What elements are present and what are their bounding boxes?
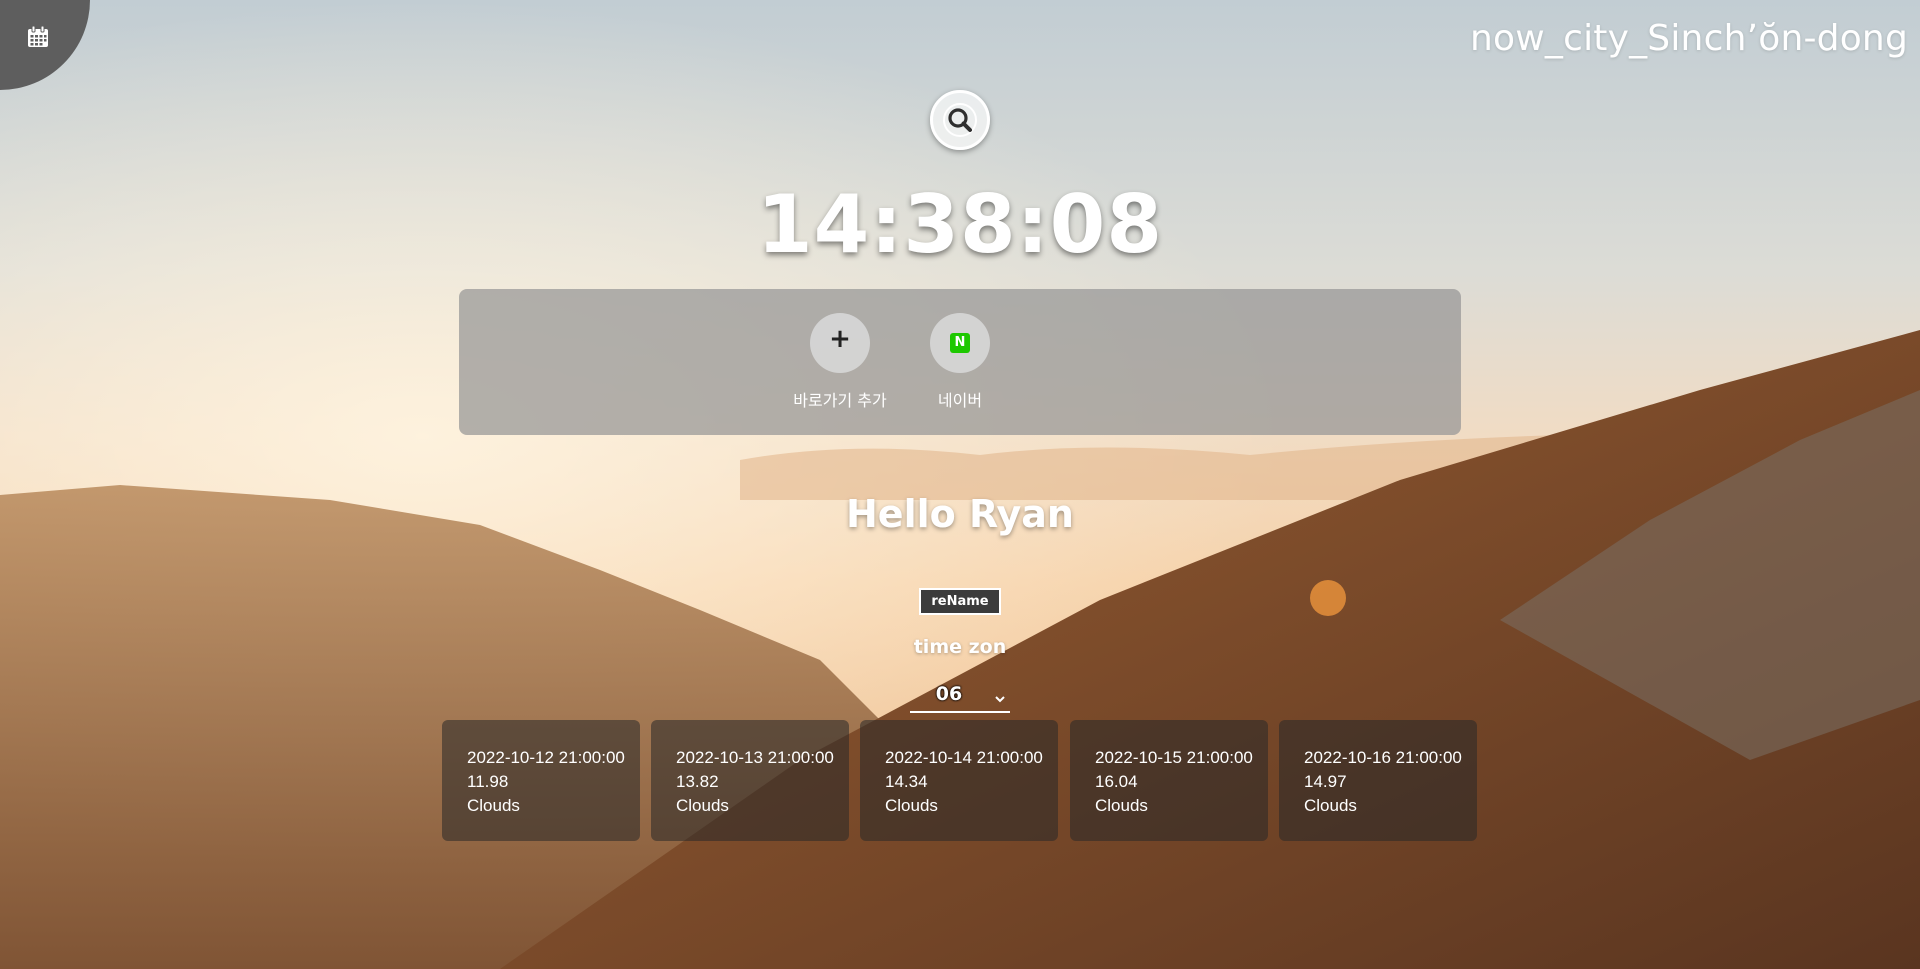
forecast-weather: Clouds — [885, 796, 938, 815]
forecast-temp: 11.98 — [467, 772, 509, 791]
forecast-weather: Clouds — [1304, 796, 1357, 815]
greeting: Hello Ryan — [846, 492, 1074, 536]
forecast-card: 2022-10-14 21:00:00 14.34 Clouds — [860, 720, 1058, 841]
forecast-datetime: 2022-10-13 21:00:00 — [676, 748, 834, 767]
forecast-temp: 14.34 — [885, 772, 928, 791]
forecast-datetime: 2022-10-16 21:00:00 — [1304, 748, 1462, 767]
shortcuts-panel: + 바로가기 추가 N 네이버 — [459, 289, 1461, 435]
timezone-value: 06 — [935, 683, 963, 705]
forecast-card: 2022-10-16 21:00:00 14.97 Clouds — [1279, 720, 1477, 841]
forecast-datetime: 2022-10-15 21:00:00 — [1095, 748, 1253, 767]
forecast-temp: 13.82 — [676, 772, 719, 791]
naver-icon: N — [950, 333, 970, 353]
clock: 14:38:08 — [757, 178, 1163, 271]
timezone-label: time zon — [913, 636, 1007, 658]
forecast-temp: 16.04 — [1095, 772, 1138, 791]
shortcut-naver[interactable]: N 네이버 — [905, 313, 1015, 411]
add-shortcut-label: 바로가기 추가 — [793, 391, 887, 410]
search-button[interactable] — [930, 90, 990, 150]
forecast-weather: Clouds — [1095, 796, 1148, 815]
add-shortcut-circle[interactable]: + — [810, 313, 870, 373]
forecast-datetime: 2022-10-14 21:00:00 — [885, 748, 1043, 767]
chevron-down-icon — [994, 689, 1006, 708]
city-name: now_city_Sinchʼŏn-dong — [1470, 18, 1908, 59]
timezone-select[interactable]: 06 — [910, 679, 1010, 713]
naver-shortcut-label: 네이버 — [937, 391, 983, 410]
calendar-icon — [26, 25, 50, 49]
forecast-datetime: 2022-10-12 21:00:00 — [467, 748, 625, 767]
add-shortcut-button[interactable]: + 바로가기 추가 — [785, 313, 895, 411]
forecast-card: 2022-10-15 21:00:00 16.04 Clouds — [1070, 720, 1268, 841]
forecast-temp: 14.97 — [1304, 772, 1347, 791]
plus-icon: + — [829, 324, 851, 354]
rename-button[interactable]: reName — [919, 588, 1001, 615]
forecast-card: 2022-10-13 21:00:00 13.82 Clouds — [651, 720, 849, 841]
forecast-weather: Clouds — [467, 796, 520, 815]
forecast-weather: Clouds — [676, 796, 729, 815]
naver-shortcut-circle[interactable]: N — [930, 313, 990, 373]
forecast-card: 2022-10-12 21:00:00 11.98 Clouds — [442, 720, 640, 841]
